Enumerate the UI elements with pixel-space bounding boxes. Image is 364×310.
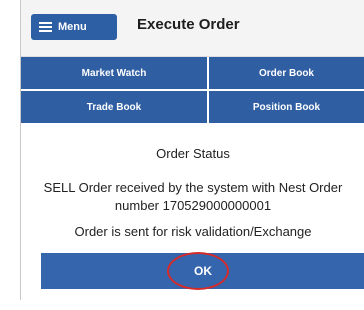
order-status-dialog: Order Status SELL Order received by the …: [21, 124, 364, 300]
page-title: Execute Order: [137, 16, 240, 33]
tab-market-watch[interactable]: Market Watch: [21, 57, 207, 89]
menu-button-label: Menu: [58, 21, 87, 33]
navigation-tabs: Market Watch Order Book Trade Book Posit…: [21, 57, 364, 123]
order-confirmation-message: SELL Order received by the system with N…: [43, 180, 343, 213]
risk-validation-note: Order is sent for risk validation/Exchan…: [74, 224, 312, 239]
tab-position-book[interactable]: Position Book: [209, 91, 364, 123]
menu-button[interactable]: Menu: [31, 14, 117, 40]
execute-order-screen: Menu Execute Order Market Watch Order Bo…: [20, 0, 364, 300]
tab-order-book[interactable]: Order Book: [209, 57, 364, 89]
dialog-title: Order Status: [156, 146, 230, 161]
ok-button[interactable]: OK: [41, 253, 364, 289]
ok-button-label: OK: [194, 264, 212, 278]
top-bar: Menu Execute Order: [21, 0, 364, 57]
tab-trade-book[interactable]: Trade Book: [21, 91, 207, 123]
hamburger-icon: [39, 22, 52, 32]
